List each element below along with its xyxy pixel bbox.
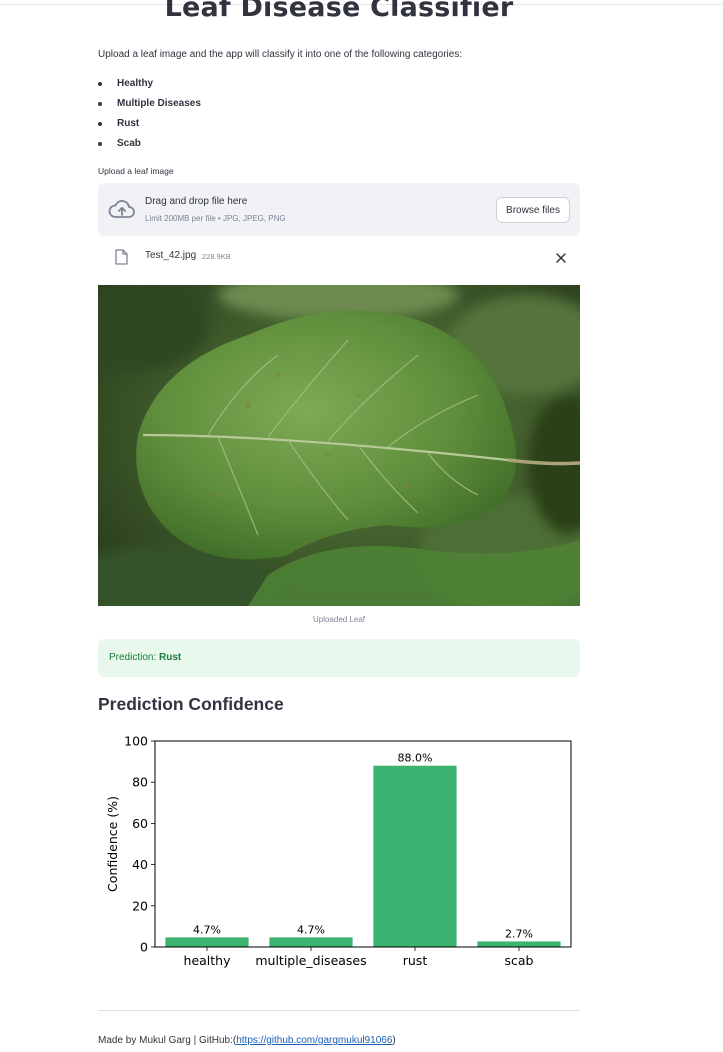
confidence-bar-chart: 4.7% healthy 4.7% multiple_diseases 88.0% rus… <box>105 734 572 968</box>
footer-text: Made by Mukul Garg | GitHub:( <box>98 1035 237 1046</box>
data-label: 4.7% <box>297 923 325 936</box>
prediction-label: Rust <box>159 652 182 663</box>
close-icon[interactable] <box>555 251 567 269</box>
category-item: Healthy <box>98 76 201 96</box>
x-tick-label: scab <box>505 953 534 968</box>
data-label: 4.7% <box>193 923 221 936</box>
footer-divider <box>98 1010 580 1011</box>
prediction-alert: Prediction: Rust <box>98 639 580 677</box>
intro-text: Upload a leaf image and the app will cla… <box>98 49 463 60</box>
y-tick-label: 20 <box>132 898 148 913</box>
y-tick-label: 60 <box>132 816 148 831</box>
github-link[interactable]: https://github.com/gargmukul91066 <box>236 1035 392 1046</box>
browse-files-button[interactable]: Browse files <box>496 197 570 223</box>
y-tick-label: 0 <box>140 940 148 955</box>
bar-rust <box>373 765 457 947</box>
cloud-upload-icon <box>108 199 136 226</box>
uploaded-file-row: Test_42.jpg 228.9KB <box>98 244 580 272</box>
category-item: Rust <box>98 116 201 136</box>
dropzone-limit: Limit 200MB per file • JPG, JPEG, PNG <box>145 214 286 223</box>
data-label: 2.7% <box>505 927 533 940</box>
y-tick-label: 100 <box>124 734 148 749</box>
bar-healthy <box>165 937 249 947</box>
prediction-prefix: Prediction: <box>109 652 160 663</box>
page-title: Leaf Disease Classifier <box>164 0 514 23</box>
x-tick-label: multiple_diseases <box>255 953 366 968</box>
y-tick-label: 40 <box>132 857 148 872</box>
bar-multiple_diseases <box>269 937 353 947</box>
image-caption: Uploaded Leaf <box>312 615 366 624</box>
data-label: 88.0% <box>398 752 433 765</box>
y-tick-label: 80 <box>132 775 148 790</box>
section-title: Prediction Confidence <box>98 694 284 714</box>
plot-frame <box>154 740 572 948</box>
category-item: Scab <box>98 136 201 156</box>
category-list: Healthy Multiple Diseases Rust Scab <box>98 76 201 156</box>
footer-credits: Made by Mukul Garg | GitHub:(https://git… <box>98 1035 396 1046</box>
uploader-label: Upload a leaf image <box>98 166 174 176</box>
uploaded-leaf-image <box>98 285 580 606</box>
file-icon <box>115 249 128 270</box>
y-axis-label: Confidence (%) <box>105 796 120 892</box>
file-size: 228.9KB <box>202 252 231 261</box>
x-tick-label: healthy <box>184 953 232 968</box>
footer-close: ) <box>392 1035 396 1046</box>
bar-scab <box>477 941 561 947</box>
category-item: Multiple Diseases <box>98 96 201 116</box>
file-name: Test_42.jpg <box>145 250 197 261</box>
x-tick-label: rust <box>403 953 428 968</box>
file-dropzone[interactable]: Drag and drop file here Limit 200MB per … <box>98 183 580 236</box>
dropzone-instructions: Drag and drop file here <box>145 196 248 207</box>
